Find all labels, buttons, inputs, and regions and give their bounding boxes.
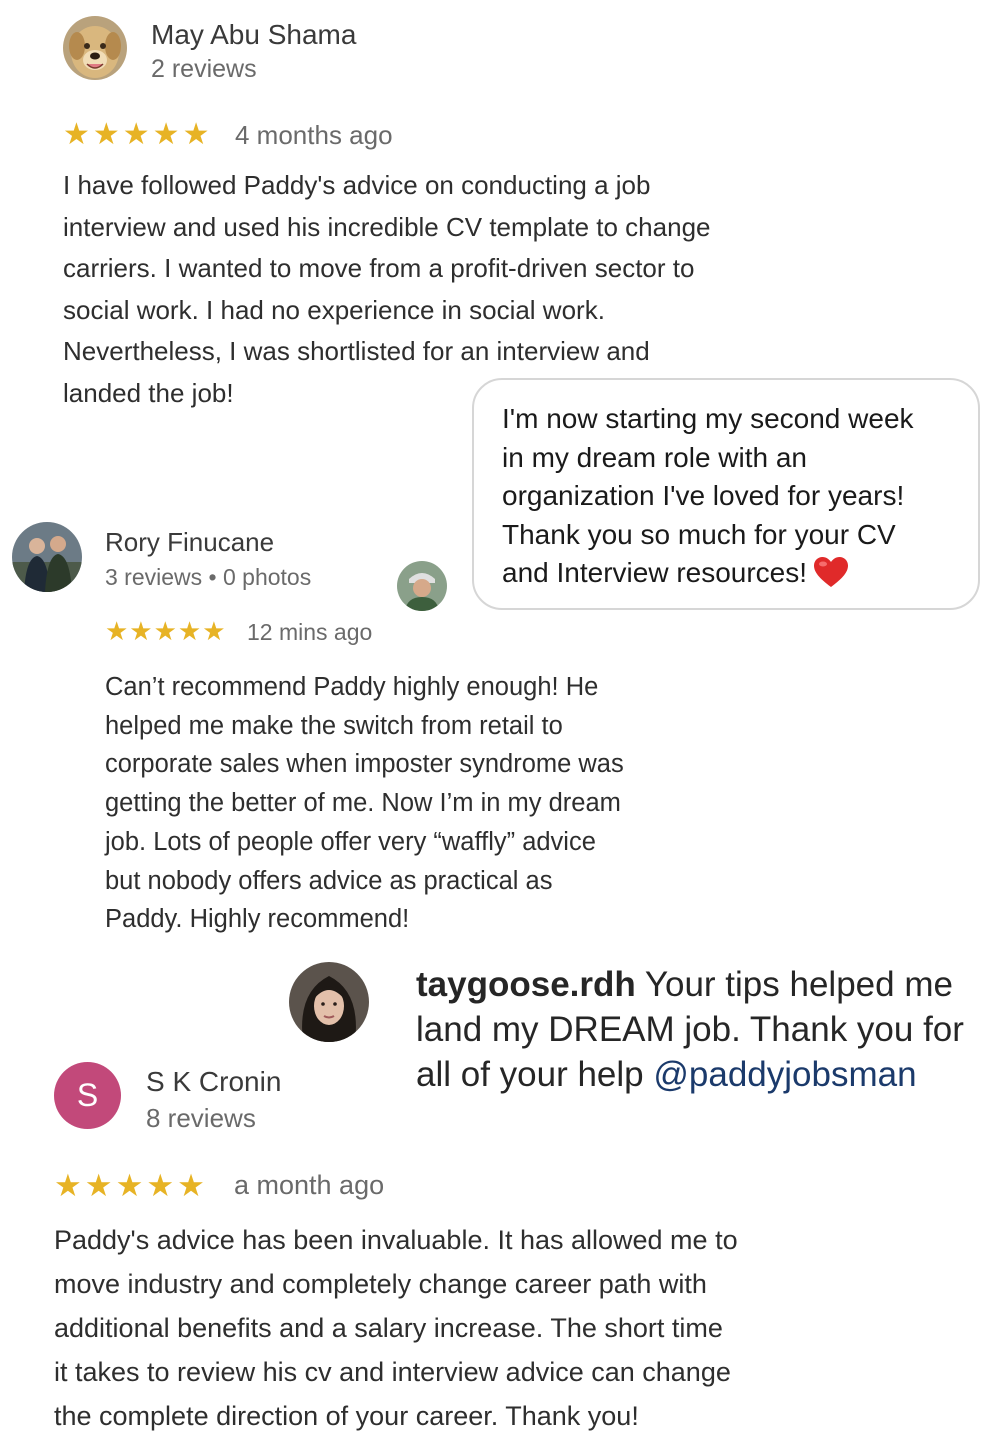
review-text-line: it takes to review his cv and interview … (54, 1357, 731, 1387)
comment-text: Your tips helped me (635, 965, 953, 1004)
star-rating: ★★★★★ (105, 616, 227, 646)
comment-text: all of your help (416, 1055, 654, 1094)
review-time: 12 mins ago (247, 619, 373, 645)
reviewer-name[interactable]: Rory Finucane (105, 527, 274, 558)
review-text-line: Paddy's advice has been invaluable. It h… (54, 1225, 738, 1255)
star-rating: ★★★★★ (63, 118, 213, 151)
message-line: in my dream role with an (502, 441, 808, 473)
review-text-line: corporate sales when imposter syndrome w… (105, 750, 624, 779)
review-time: 4 months ago (235, 120, 393, 150)
comment-text: land my DREAM job. Thank you for (416, 1010, 964, 1049)
review-text-line: interview and used his incredible CV tem… (63, 211, 711, 242)
message-line: I'm now starting my second week (502, 403, 914, 434)
comment-mention-link[interactable]: @paddyjobsman (653, 1055, 916, 1094)
message-line: and Interview resources! (502, 557, 808, 588)
star-rating: ★★★★★ (54, 1168, 208, 1203)
avatar-dog (63, 16, 127, 80)
message-line: Thank you so much for your CV (502, 518, 896, 550)
reviewer-meta: 8 reviews (146, 1103, 256, 1133)
review-text-line: but nobody offers advice as practical as (105, 866, 553, 895)
letter-avatar: S (54, 1062, 121, 1129)
review-text-line: I have followed Paddy's advice on conduc… (63, 170, 651, 200)
review-text-line: Nevertheless, I was shortlisted for an i… (63, 336, 650, 367)
review-text-line: social work. I had no experience in soci… (63, 294, 605, 325)
comment-username[interactable]: taygoose.rdh (416, 965, 636, 1004)
reviewer-meta: 3 reviews • 0 photos (105, 564, 312, 590)
review-text-line: job. Lots of people offer very “waffly” … (105, 827, 596, 856)
message-bubble: I'm now starting my second week in my dr… (472, 378, 980, 610)
review-text-line: carriers. I wanted to move from a profit… (63, 253, 695, 284)
small-avatar-photo (397, 561, 447, 611)
heart-icon (813, 556, 849, 599)
review-text-line: helped me make the switch from retail to (105, 711, 563, 740)
review-text-line: additional benefits and a salary increas… (54, 1313, 723, 1343)
review-text: Paddy's advice has been invaluable. It h… (54, 1218, 738, 1438)
avatar-photo (289, 962, 369, 1042)
review-text: Can’t recommend Paddy highly enough! He … (105, 668, 624, 939)
message-text: I'm now starting my second week in my dr… (502, 400, 972, 599)
reviewer-name[interactable]: May Abu Shama (151, 19, 356, 51)
reviewer-meta: 2 reviews (151, 55, 257, 83)
review-text-line: getting the better of me. Now I’m in my … (105, 789, 621, 818)
instagram-comment: taygoose.rdh Your tips helped me land my… (416, 962, 991, 1097)
review-text-line: Can’t recommend Paddy highly enough! He (105, 673, 599, 701)
reviewer-name[interactable]: S K Cronin (146, 1066, 281, 1098)
review-time: a month ago (234, 1170, 385, 1200)
review-text-line: the complete direction of your career. T… (54, 1401, 639, 1431)
avatar-photo (12, 522, 82, 592)
message-line: organization I've loved for years! (502, 480, 905, 511)
review-text-line: Paddy. Highly recommend! (105, 905, 410, 934)
review-text-line: move industry and completely change care… (54, 1269, 707, 1299)
